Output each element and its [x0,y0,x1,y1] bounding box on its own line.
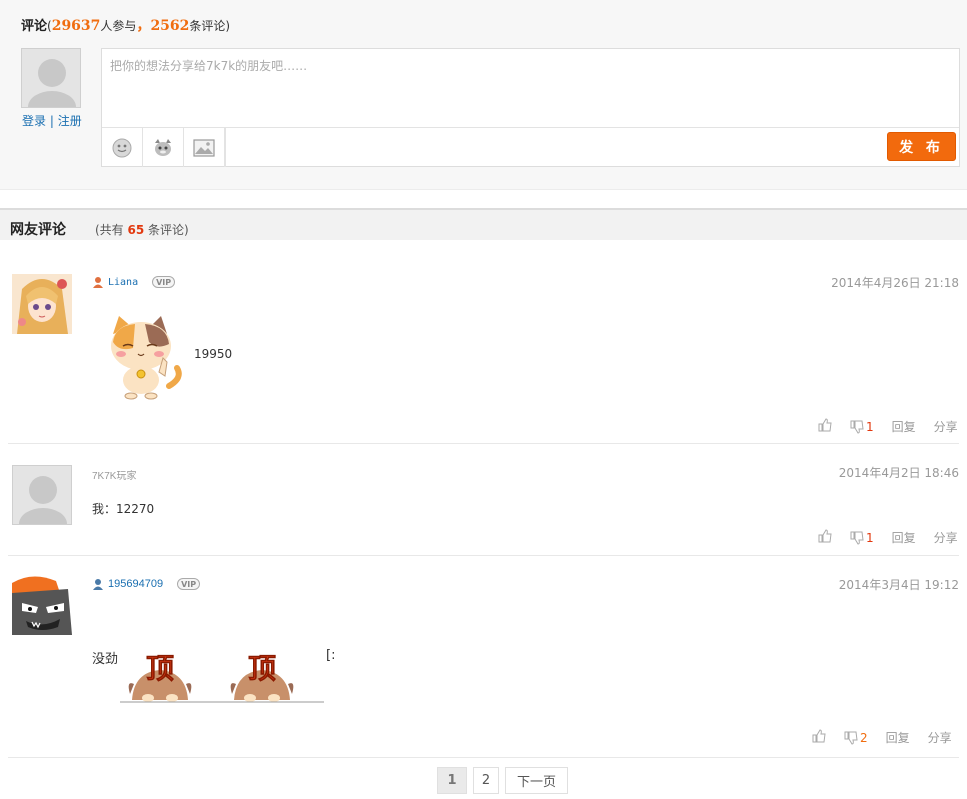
smiley-icon [112,138,132,157]
page-2-link[interactable]: 2 [473,767,499,794]
ding-label: 顶 [248,652,276,685]
author-name[interactable]: 195694709 [108,578,163,590]
comment-divider [8,443,959,444]
participants-suffix: 人参与 [100,19,137,33]
dislike-count: 1 [866,419,874,434]
user-icon [93,277,103,288]
count-suffix: 条评论) [148,223,189,237]
comments-section-header: 网友评论 (共有 65 条评论) [0,208,967,240]
thumbs-up-icon [818,529,832,543]
toolbar-divider [225,128,226,167]
reply-button[interactable]: 回复 [892,529,916,546]
reply-button[interactable]: 回复 [886,729,910,746]
ding-label: 顶 [146,652,174,685]
comment-panel-title: 评论(29637人参与，2562条评论) [21,15,230,35]
vip-badge: VIP [177,578,201,590]
like-button[interactable] [818,418,832,435]
register-link[interactable]: 注册 [58,114,82,128]
user-avatar[interactable] [12,575,72,635]
participants-count: 29637 [51,18,101,34]
waving-cat-sticker-icon [111,316,182,400]
comment-time: 2014年3月4日 19:12 [838,578,959,592]
guest-avatar [21,48,81,108]
pagination: 1 2 下一页 [437,767,568,794]
count-separator: ， [136,18,151,34]
comments-suffix: 条评论) [189,19,231,33]
thumbs-down-icon [844,731,858,745]
author-name[interactable]: Liana [108,277,138,288]
dislike-count: 2 [860,730,868,745]
thumbs-up-icon [812,729,826,743]
user-avatar[interactable] [12,274,72,334]
thumbs-up-icon [818,418,832,432]
editor-toolbar: 发 布 [102,127,959,167]
ding-cat-sticker-icon: 顶 [120,652,222,703]
comment-time: 2014年4月2日 18:46 [838,466,959,480]
image-upload-button[interactable] [184,128,225,167]
comment-input-placeholder[interactable]: 把你的想法分享给7k7k的朋友吧…… [110,57,307,74]
section-title: 网友评论 [10,222,66,238]
panel-title-label: 评论 [21,19,48,34]
count-number: 65 [127,223,145,237]
default-avatar-icon [22,49,80,107]
reply-button[interactable]: 回复 [892,418,916,435]
thumbs-down-icon [850,420,864,434]
cat-sticker [105,312,185,403]
dislike-button[interactable]: 1 [850,531,874,545]
dislike-count: 1 [866,530,874,545]
ding-cat-sticker-icon: 顶 [222,652,324,703]
dislike-button[interactable]: 1 [850,420,874,434]
anime-girl-avatar-icon [12,274,72,334]
comment-text: 没劲 [92,652,119,667]
sticker-button[interactable] [143,128,184,167]
comment-author: 7K7K玩家 [92,467,136,482]
next-page-link[interactable]: 下一页 [505,767,568,794]
emoji-button[interactable] [102,128,143,167]
default-avatar-icon [13,466,71,524]
like-button[interactable] [818,529,832,546]
thumbs-down-icon [850,531,864,545]
count-prefix: (共有 [95,223,124,237]
comment-actions: 2 回复 分享 [812,729,952,746]
comment-divider [8,555,959,556]
ding-sticker: 顶 [222,650,324,707]
link-separator: | [46,114,58,128]
comment-compose-panel: 评论(29637人参与，2562条评论) 登录 | 注册 把你的想法分享给7k7… [0,0,967,190]
comment-divider [8,757,959,758]
share-button[interactable]: 分享 [928,729,952,746]
comment-actions: 1 回复 分享 [818,418,958,435]
dislike-button[interactable]: 2 [844,731,868,745]
comment-author: Liana VIP [92,276,176,288]
comment-text: 我：12270 [92,502,155,516]
user-icon [93,579,103,590]
comment-text: 19950 [194,347,233,361]
login-link[interactable]: 登录 [22,114,46,128]
author-name: 7K7K玩家 [92,471,137,482]
comment-actions: 1 回复 分享 [818,529,958,546]
comments-count: 2562 [150,18,190,34]
share-button[interactable]: 分享 [934,529,958,546]
grey-wolf-avatar-icon [12,575,72,635]
image-icon [193,138,215,157]
login-register-links: 登录 | 注册 [22,112,82,129]
vip-badge: VIP [152,276,176,288]
ding-sticker: 顶 [120,650,222,707]
page-current: 1 [437,767,467,794]
cat-sticker-icon [155,138,171,156]
comment-editor[interactable]: 把你的想法分享给7k7k的朋友吧…… 发 布 [101,48,960,167]
comment-time: 2014年4月26日 21:18 [831,276,959,290]
publish-button[interactable]: 发 布 [887,132,956,161]
comment-author: 195694709 VIP [92,578,201,590]
user-avatar[interactable] [12,465,72,525]
comment-trailing-text: [: [326,648,336,663]
section-comment-count: (共有 65 条评论) [95,221,189,238]
like-button[interactable] [812,729,826,746]
share-button[interactable]: 分享 [934,418,958,435]
